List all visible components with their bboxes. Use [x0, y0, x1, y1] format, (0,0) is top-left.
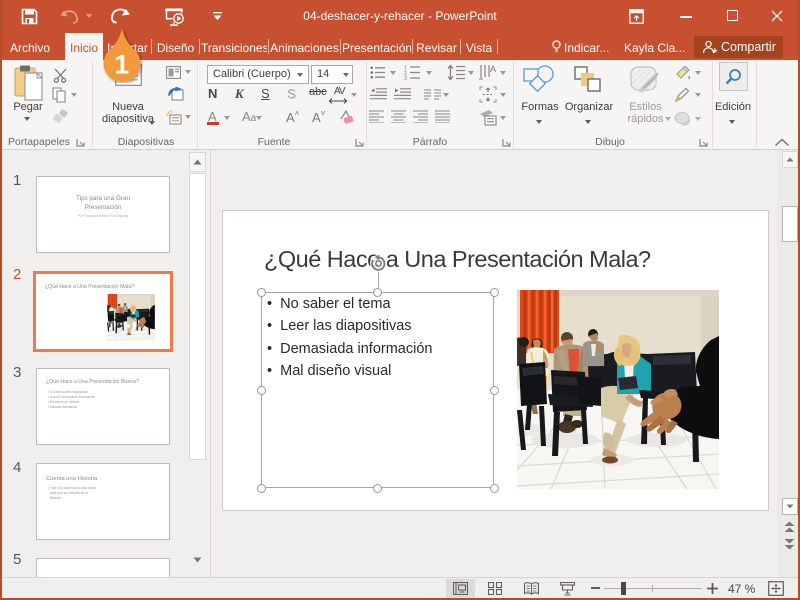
svg-text:A: A	[490, 64, 496, 74]
svg-text:3: 3	[404, 76, 407, 80]
svg-text:1: 1	[114, 50, 129, 80]
